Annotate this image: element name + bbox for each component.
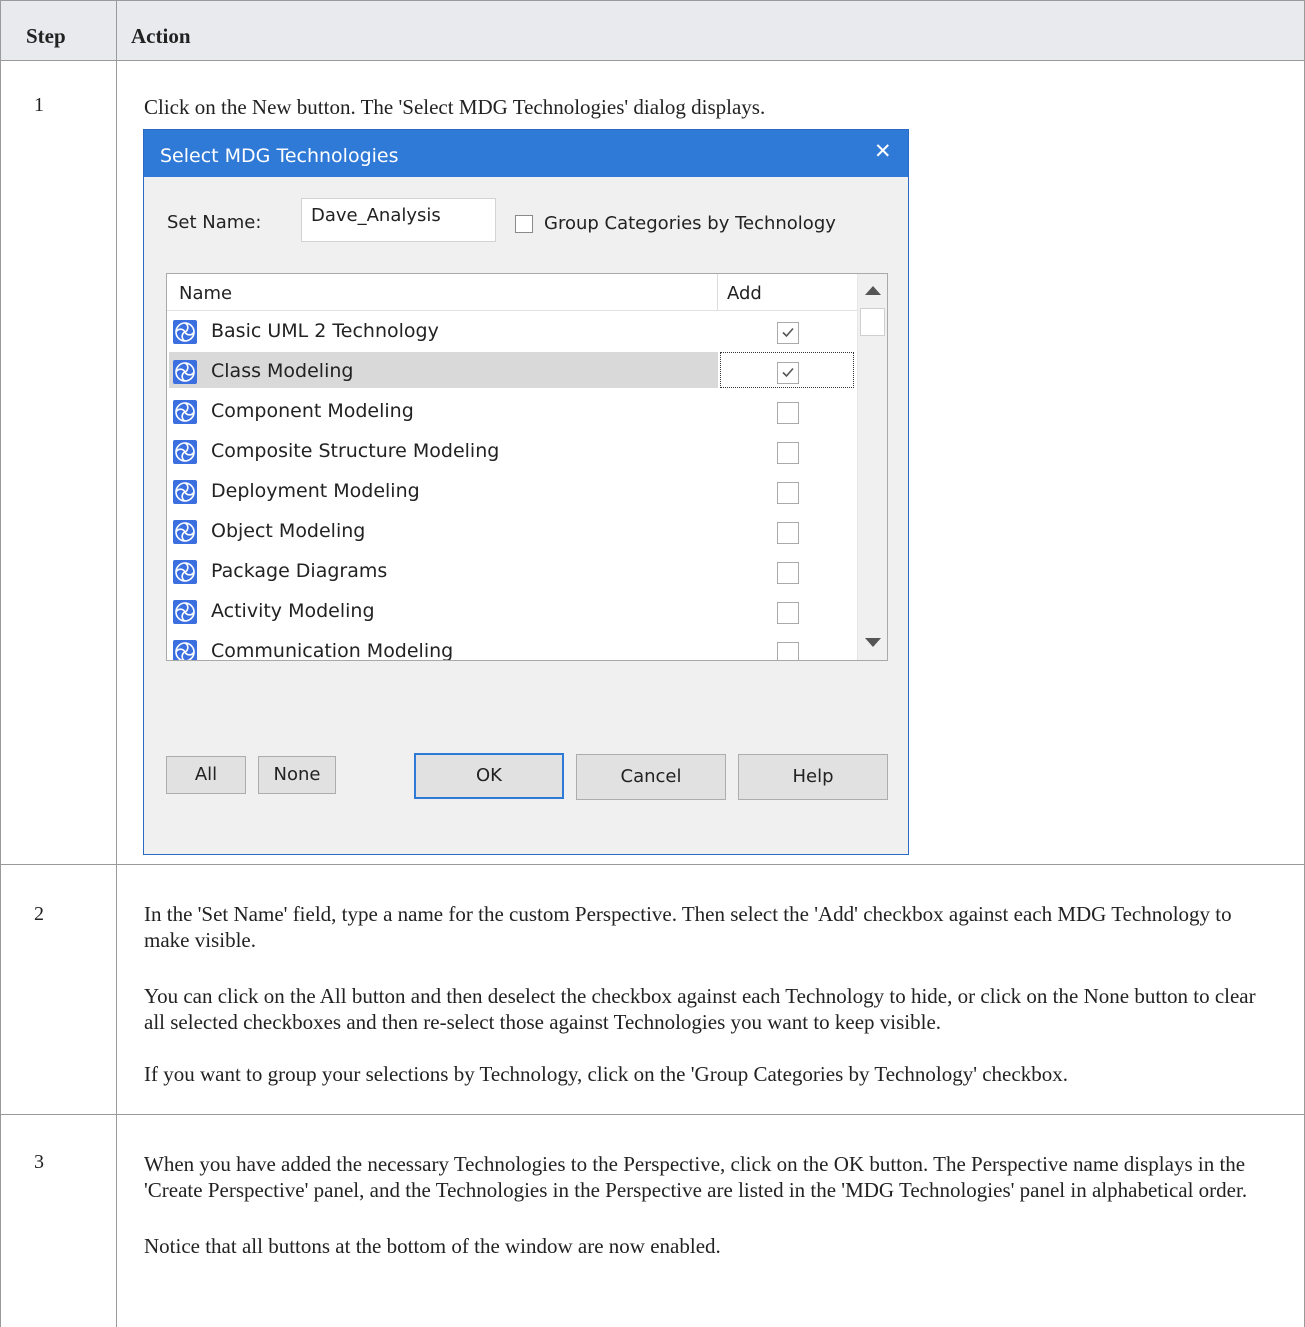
mdg-technology-icon	[173, 360, 197, 384]
step-column-header: Step	[26, 24, 66, 48]
set-name-field[interactable]: Dave_Analysis	[301, 198, 496, 242]
technology-name: Deployment Modeling	[211, 480, 420, 502]
add-checkbox[interactable]	[777, 362, 799, 384]
all-button[interactable]: All	[166, 756, 246, 794]
table-header-background	[1, 1, 1304, 60]
cancel-button[interactable]: Cancel	[576, 754, 726, 800]
step-2-paragraph-3: If you want to group your selections by …	[144, 1062, 1068, 1086]
step-number-3: 3	[34, 1151, 44, 1173]
technology-name: Composite Structure Modeling	[211, 440, 500, 462]
add-checkbox[interactable]	[777, 322, 799, 344]
technology-row[interactable]: Deployment Modeling	[167, 471, 857, 511]
set-name-label: Set Name:	[167, 212, 262, 233]
technology-row[interactable]: Object Modeling	[167, 511, 857, 551]
step-3-paragraph-2: Notice that all buttons at the bottom of…	[144, 1234, 721, 1258]
technology-row[interactable]: Class Modeling	[167, 351, 857, 391]
dialog-title: Select MDG Technologies	[160, 145, 399, 167]
select-mdg-technologies-dialog: Select MDG Technologies ✕ Set Name: Dave…	[143, 129, 909, 855]
add-checkbox[interactable]	[777, 642, 799, 660]
technology-name: Activity Modeling	[211, 600, 375, 622]
step-number-1: 1	[34, 94, 44, 116]
mdg-technology-icon	[173, 320, 197, 344]
ok-button[interactable]: OK	[414, 753, 564, 799]
column-separator	[717, 274, 718, 310]
add-checkbox[interactable]	[777, 442, 799, 464]
technology-row[interactable]: Activity Modeling	[167, 591, 857, 631]
close-icon[interactable]: ✕	[874, 139, 892, 163]
technology-row[interactable]: Communication Modeling	[167, 631, 857, 661]
mdg-technology-icon	[173, 520, 197, 544]
checkmark-icon	[782, 367, 794, 378]
checkmark-icon	[782, 327, 794, 338]
table-border-top	[0, 0, 1305, 1]
none-button[interactable]: None	[258, 756, 336, 794]
scroll-up-icon[interactable]	[865, 286, 881, 295]
add-checkbox[interactable]	[777, 402, 799, 424]
add-checkbox[interactable]	[777, 562, 799, 584]
step-2-paragraph-1: In the 'Set Name' field, type a name for…	[144, 902, 1232, 952]
step-1-instruction: Click on the New button. The 'Select MDG…	[144, 95, 766, 119]
technology-name: Basic UML 2 Technology	[211, 320, 439, 342]
help-button[interactable]: Help	[738, 754, 888, 800]
technology-row[interactable]: Component Modeling	[167, 391, 857, 431]
technologies-list[interactable]: Name Add Basic UML 2 Technology Class Mod…	[166, 273, 888, 661]
scroll-down-icon[interactable]	[865, 638, 881, 647]
action-column-header: Action	[131, 24, 191, 48]
mdg-technology-icon	[173, 600, 197, 624]
scroll-thumb[interactable]	[860, 308, 885, 336]
technology-name: Object Modeling	[211, 520, 366, 542]
table-border-left	[0, 0, 1, 1327]
vertical-scrollbar[interactable]	[857, 274, 887, 660]
name-column-header[interactable]: Name	[179, 283, 232, 304]
technology-row[interactable]: Basic UML 2 Technology	[167, 311, 857, 351]
mdg-technology-icon	[173, 480, 197, 504]
mdg-technology-icon	[173, 440, 197, 464]
add-column-header[interactable]: Add	[727, 283, 762, 304]
mdg-technology-icon	[173, 640, 197, 660]
mdg-technology-icon	[173, 560, 197, 584]
step-2-paragraph-2: You can click on the All button and then…	[144, 984, 1256, 1034]
step-3-paragraph-1: When you have added the necessary Techno…	[144, 1152, 1248, 1202]
row-divider-1	[0, 864, 1305, 865]
add-checkbox[interactable]	[777, 522, 799, 544]
technology-row[interactable]: Composite Structure Modeling	[167, 431, 857, 471]
technology-row[interactable]: Package Diagrams	[167, 551, 857, 591]
group-categories-checkbox[interactable]	[515, 215, 533, 233]
list-header: Name Add	[167, 274, 857, 311]
technology-name: Class Modeling	[211, 360, 354, 382]
technology-name: Component Modeling	[211, 400, 414, 422]
mdg-technology-icon	[173, 400, 197, 424]
row-divider-2	[0, 1114, 1305, 1115]
add-checkbox[interactable]	[777, 602, 799, 624]
technology-name: Package Diagrams	[211, 560, 388, 582]
step-number-2: 2	[34, 903, 44, 925]
technology-name: Communication Modeling	[211, 640, 454, 661]
table-header-divider	[0, 60, 1305, 61]
group-categories-label: Group Categories by Technology	[544, 213, 836, 234]
table-column-divider	[116, 0, 117, 1327]
dialog-title-bar: Select MDG Technologies ✕	[144, 130, 908, 177]
add-checkbox[interactable]	[777, 482, 799, 504]
